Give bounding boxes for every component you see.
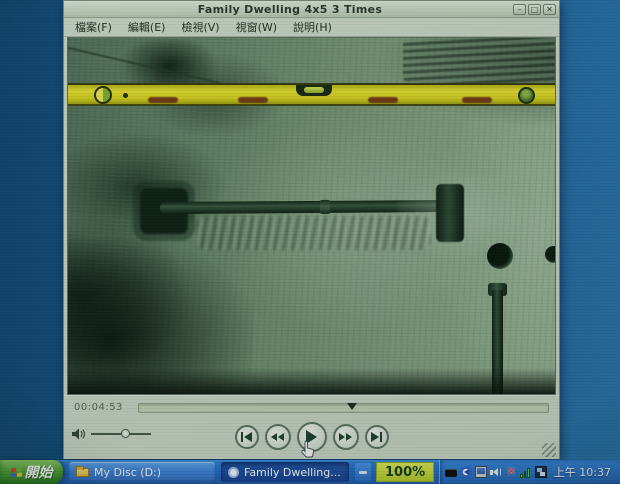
video-bottom-shadow — [68, 368, 555, 394]
menu-item-file[interactable]: 檔案(F) — [68, 18, 119, 36]
clock: 上午 10:37 — [554, 464, 615, 480]
desktop: Family Dwelling 4x5 3 Times – □ ✕ 檔案(F) … — [0, 0, 620, 484]
speaker-icon — [72, 428, 86, 440]
player-window: Family Dwelling 4x5 3 Times – □ ✕ 檔案(F) … — [63, 0, 560, 459]
level-marking — [462, 97, 492, 103]
close-button[interactable]: ✕ — [543, 4, 556, 15]
seek-marker[interactable] — [347, 403, 357, 410]
title-bar[interactable]: Family Dwelling 4x5 3 Times – □ ✕ — [64, 1, 559, 18]
menu-item-help[interactable]: 說明(H) — [286, 18, 339, 36]
fast-forward-button[interactable] — [333, 424, 359, 450]
drain-hole-small — [545, 246, 556, 263]
level-bubble — [304, 87, 324, 93]
taskbar-item-my-disc[interactable]: My Disc (D:) — [69, 462, 215, 482]
drain-hole — [487, 243, 513, 269]
level-marking — [368, 97, 398, 103]
skip-back-icon — [241, 432, 243, 442]
system-tray: ✕ 上午 10:37 — [439, 460, 620, 484]
level-rivet — [123, 93, 128, 98]
window-controls: – □ ✕ — [513, 4, 556, 15]
fast-forward-icon — [339, 433, 345, 441]
window-title: Family Dwelling 4x5 3 Times — [67, 3, 513, 16]
timestamp: 00:04:53 — [74, 402, 126, 413]
level-center-vial — [296, 85, 332, 96]
level-end-vial — [94, 86, 112, 104]
language-bar-button[interactable] — [355, 463, 371, 481]
menu-item-window[interactable]: 視窗(W) — [229, 18, 284, 36]
skip-back-button[interactable] — [235, 425, 259, 449]
offline-icon[interactable]: ✕ — [505, 466, 517, 478]
level-marking — [238, 97, 268, 103]
volume-knob[interactable] — [121, 429, 130, 438]
resize-grip[interactable] — [542, 443, 556, 457]
task-label: My Disc (D:) — [94, 466, 161, 479]
media-player-icon — [228, 467, 239, 478]
menu-bar: 檔案(F) 編輯(E) 檢視(V) 視窗(W) 說明(H) — [64, 18, 559, 37]
transport-bar — [64, 419, 559, 459]
skip-forward-button[interactable] — [365, 425, 389, 449]
minimize-button[interactable]: – — [513, 4, 526, 15]
folder-icon — [76, 468, 89, 477]
rewind-icon — [271, 433, 277, 441]
start-label: 開始 — [25, 462, 53, 482]
signal-strength-icon[interactable] — [520, 466, 532, 478]
zoom-indicator: 100% — [376, 462, 434, 482]
volume-group — [72, 428, 151, 440]
menu-item-edit[interactable]: 編輯(E) — [121, 18, 173, 36]
skip-forward-icon — [371, 432, 379, 442]
volume-icon[interactable] — [490, 466, 502, 478]
volume-slider[interactable] — [91, 433, 151, 435]
maximize-button[interactable]: □ — [528, 4, 541, 15]
taskbar: 開始 My Disc (D:) Family Dwelling... 100% … — [0, 460, 620, 484]
status-row: 00:04:53 — [64, 395, 559, 419]
windows-logo-icon — [11, 467, 22, 477]
pipe-coupling — [320, 200, 330, 214]
spirit-level — [68, 83, 555, 106]
power-plug-icon[interactable] — [445, 469, 457, 477]
rewind-button[interactable] — [265, 424, 291, 450]
seek-bar[interactable] — [138, 403, 549, 413]
media-player-tray-icon[interactable] — [460, 466, 472, 478]
start-button[interactable]: 開始 — [0, 460, 63, 484]
network-icon[interactable] — [535, 466, 547, 478]
menu-item-view[interactable]: 檢視(V) — [174, 18, 226, 36]
cursor-pointer-icon — [300, 440, 316, 460]
task-label: Family Dwelling... — [244, 466, 341, 479]
taskbar-item-family-dwelling[interactable]: Family Dwelling... — [221, 462, 349, 482]
level-marking — [148, 97, 178, 103]
pipe-connector — [436, 184, 464, 242]
level-logo-badge — [518, 87, 535, 104]
video-viewport[interactable] — [67, 37, 556, 395]
display-icon[interactable] — [475, 466, 487, 478]
